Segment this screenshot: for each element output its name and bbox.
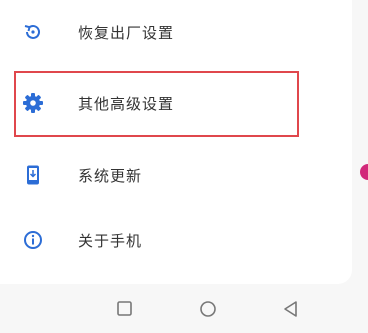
- restore-icon: [22, 21, 44, 43]
- back-button[interactable]: [280, 298, 302, 320]
- info-icon: [22, 229, 44, 251]
- settings-item-label: 系统更新: [78, 167, 143, 185]
- settings-screen: 恢复出厂设置 其他高级设置 系统更新 关于手机: [0, 0, 368, 333]
- recent-apps-button[interactable]: [114, 298, 136, 320]
- home-button[interactable]: [197, 298, 219, 320]
- update-badge: [360, 164, 368, 180]
- settings-item-label: 关于手机: [78, 232, 143, 250]
- settings-item-factory-reset[interactable]: 恢复出厂设置: [0, 2, 352, 62]
- settings-item-about-phone[interactable]: 关于手机: [0, 210, 352, 270]
- highlight-box: [14, 71, 299, 137]
- settings-item-system-update[interactable]: 系统更新: [0, 145, 352, 205]
- settings-item-label: 恢复出厂设置: [78, 24, 175, 42]
- navigation-bar: [0, 284, 368, 333]
- settings-panel: 恢复出厂设置 其他高级设置 系统更新 关于手机: [0, 0, 352, 284]
- phone-update-icon: [22, 164, 44, 186]
